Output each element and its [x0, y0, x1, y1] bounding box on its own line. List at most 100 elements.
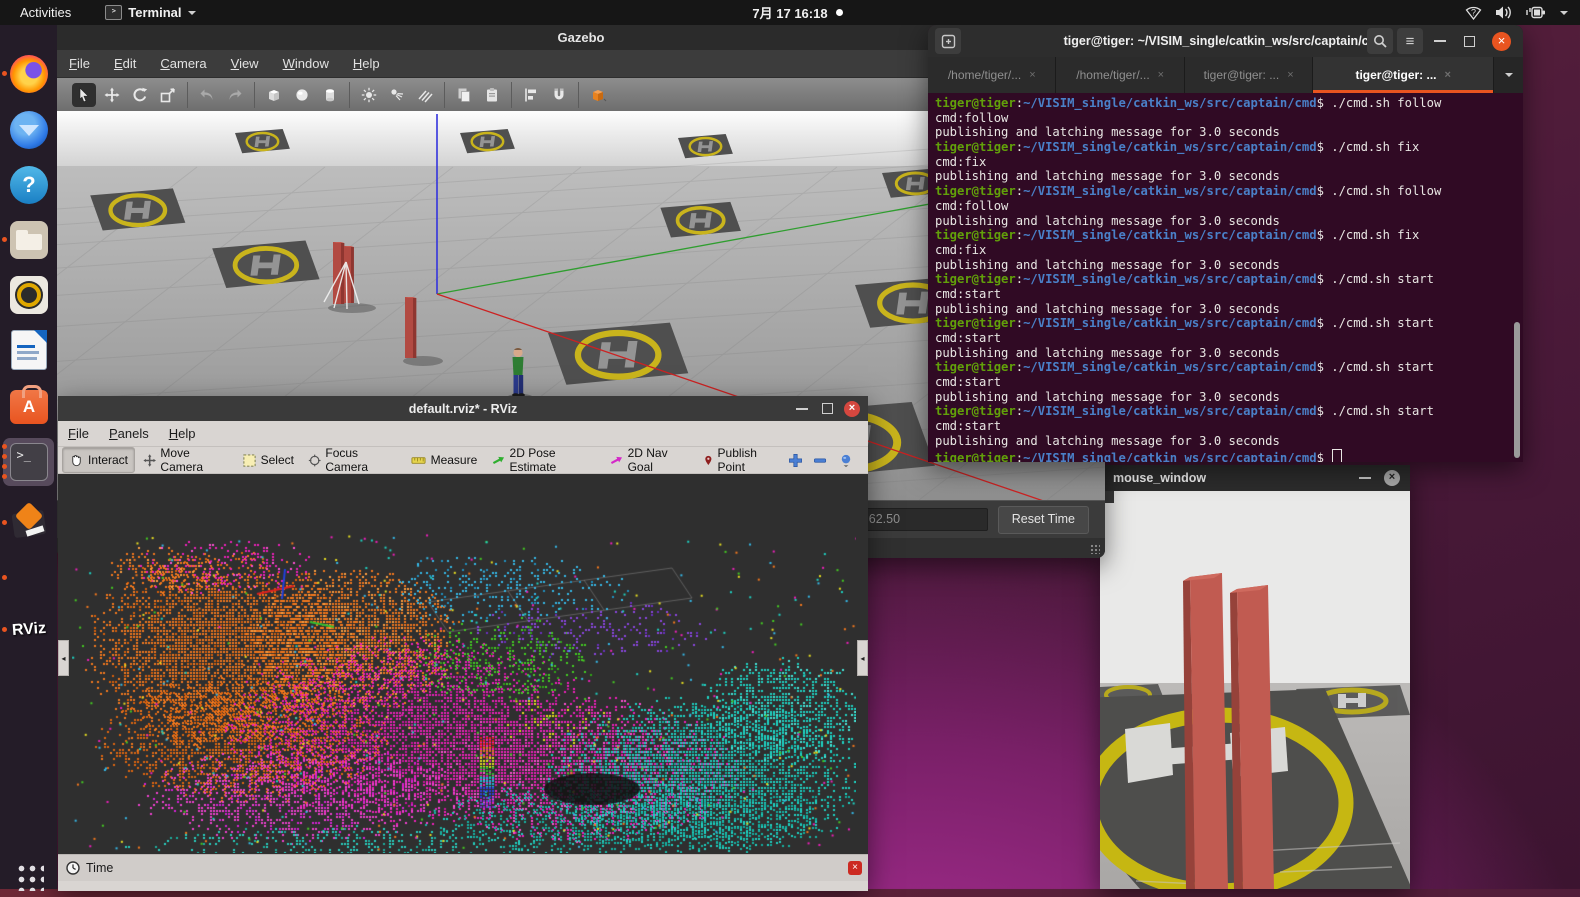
dock-item-gazebo[interactable]: [8, 502, 50, 544]
rviz-3d-view[interactable]: ◂ ◂: [58, 474, 868, 854]
dock-item-terminal[interactable]: >_: [3, 438, 54, 486]
rviz-menu-file[interactable]: File: [58, 426, 99, 441]
dock-item-libreoffice-writer[interactable]: [8, 329, 50, 371]
rviz-tool-publish-point[interactable]: Publish Point: [697, 448, 786, 472]
spot-light-icon: [389, 87, 405, 103]
tab-close-icon[interactable]: ×: [1445, 69, 1451, 81]
terminal-titlebar[interactable]: tiger@tiger: ~/VISIM_single/catkin_ws/sr…: [928, 25, 1523, 57]
terminal-tab-1[interactable]: /home/tiger/...×: [928, 57, 1056, 93]
terminal-line: publishing and latching message for 3.0 …: [935, 346, 1523, 361]
libreoffice-writer-icon: [11, 330, 47, 370]
rviz-add-tool-button[interactable]: [788, 453, 803, 468]
dock-item-help[interactable]: ?: [8, 164, 50, 206]
gazebo-tool-undo[interactable]: [195, 83, 219, 107]
dock-item-ubuntu-software[interactable]: A: [8, 384, 50, 426]
close-icon[interactable]: ×: [1384, 470, 1400, 486]
running-indicator-dot: [2, 71, 7, 76]
fps-value-field[interactable]: 62.50: [861, 508, 988, 531]
gazebo-tool-cylinder[interactable]: [318, 83, 342, 107]
gazebo-menu-window[interactable]: Window: [271, 56, 341, 71]
tab-close-icon[interactable]: ×: [1287, 69, 1293, 81]
gazebo-tool-point-light[interactable]: [357, 83, 381, 107]
gazebo-tool-select-arrow[interactable]: [72, 83, 96, 107]
search-icon: [1373, 34, 1387, 48]
terminal-tab-4[interactable]: tiger@tiger: ...×: [1313, 57, 1494, 93]
mouse-window-titlebar[interactable]: mouse_window ×: [1100, 465, 1410, 491]
dock-item-firefox[interactable]: [8, 53, 50, 95]
rviz-tool-measure[interactable]: Measure: [404, 448, 484, 472]
terminal-tab-3[interactable]: tiger@tiger: ... ×: [1185, 57, 1313, 93]
mouse-window-title: mouse_window: [1113, 471, 1206, 485]
resize-grip[interactable]: [1090, 544, 1100, 554]
gazebo-tool-scale[interactable]: [156, 83, 180, 107]
terminal-content[interactable]: tiger@tiger:~/VISIM_single/catkin_ws/src…: [928, 93, 1523, 462]
minimize-icon[interactable]: [1359, 477, 1371, 479]
tab-list-dropdown[interactable]: [1494, 57, 1523, 93]
maximize-icon[interactable]: [822, 403, 833, 414]
rviz-titlebar[interactable]: default.rviz* - RViz ×: [58, 396, 868, 421]
rviz-tool-interact[interactable]: Interact: [62, 447, 135, 473]
gazebo-tool-spot-light[interactable]: [385, 83, 409, 107]
search-button[interactable]: [1367, 28, 1393, 54]
rviz-remove-tool-button[interactable]: [813, 453, 828, 468]
displays-panel-collapse-arrow[interactable]: ◂: [58, 640, 69, 676]
close-icon[interactable]: ×: [1492, 32, 1511, 51]
terminal-scrollbar[interactable]: [1514, 322, 1520, 458]
gazebo-menu-camera[interactable]: Camera: [148, 56, 218, 71]
rviz-menu-panels[interactable]: Panels: [99, 426, 159, 441]
gazebo-tool-translate[interactable]: [100, 83, 124, 107]
dock-item-show-applications[interactable]: [8, 855, 50, 897]
tab-close-icon[interactable]: ×: [1158, 69, 1164, 81]
rviz-tool-focus-camera[interactable]: Focus Camera: [302, 448, 402, 472]
time-panel-header[interactable]: Time ×: [58, 854, 868, 881]
running-indicator-dot: [2, 575, 7, 580]
gazebo-tool-box[interactable]: [262, 83, 286, 107]
time-panel-close-icon[interactable]: ×: [848, 861, 862, 875]
tool-label: Publish Point: [718, 446, 780, 474]
gazebo-tool-paste[interactable]: [480, 83, 504, 107]
gazebo-tool-view-angle[interactable]: [586, 83, 610, 107]
minimize-icon[interactable]: [796, 408, 808, 410]
dock-item-rhythmbox[interactable]: [8, 274, 50, 316]
tab-close-icon[interactable]: ×: [1029, 69, 1035, 81]
gazebo-menu-file[interactable]: File: [57, 56, 102, 71]
gazebo-tool-redo[interactable]: [223, 83, 247, 107]
select-arrow-icon: [76, 87, 92, 103]
rviz-tool-2d-nav-goal[interactable]: 2D Nav Goal: [603, 448, 695, 472]
undo-icon: [199, 87, 215, 103]
terminal-tab-2[interactable]: /home/tiger/...×: [1056, 57, 1184, 93]
gazebo-menu-help[interactable]: Help: [341, 56, 392, 71]
views-panel-collapse-arrow[interactable]: ◂: [857, 640, 868, 676]
gazebo-menu-view[interactable]: View: [219, 56, 271, 71]
rviz-tool-select[interactable]: Select: [236, 448, 300, 472]
new-tab-button[interactable]: [935, 28, 961, 54]
gazebo-tool-directional-light[interactable]: [413, 83, 437, 107]
dock-item-hidden-app[interactable]: [8, 557, 50, 599]
menu-button[interactable]: ≡: [1397, 28, 1423, 54]
dock-item-thunderbird[interactable]: [8, 109, 50, 151]
clock[interactable]: 7月 17 16:18: [0, 3, 1580, 22]
rviz-title: default.rviz* - RViz: [58, 402, 868, 416]
gazebo-tool-rotate[interactable]: [128, 83, 152, 107]
rviz-tool-properties-button[interactable]: [838, 453, 854, 468]
tab-label: tiger@tiger: ...: [1204, 68, 1280, 82]
terminal-line: publishing and latching message for 3.0 …: [935, 214, 1523, 229]
gazebo-tool-copy[interactable]: [452, 83, 476, 107]
dock-item-rviz[interactable]: RViz: [8, 609, 50, 651]
rviz-menu-help[interactable]: Help: [159, 426, 206, 441]
gazebo-tool-sphere[interactable]: [290, 83, 314, 107]
reset-time-button[interactable]: Reset Time: [998, 506, 1089, 534]
point-cloud-canvas[interactable]: [72, 474, 856, 853]
gazebo-menu-edit[interactable]: Edit: [102, 56, 148, 71]
dock-item-files[interactable]: [8, 219, 50, 261]
minimize-icon[interactable]: [1434, 40, 1446, 42]
mouse-window-viewport[interactable]: [1100, 491, 1410, 889]
rviz-tool-2d-pose-estimate[interactable]: 2D Pose Estimate: [485, 448, 601, 472]
gazebo-tool-align[interactable]: [519, 83, 543, 107]
rviz-tool-move-camera[interactable]: Move Camera: [137, 448, 234, 472]
terminal-line: cmd:fix: [935, 243, 1523, 258]
gazebo-tool-snap[interactable]: [547, 83, 571, 107]
close-icon[interactable]: ×: [844, 401, 860, 417]
sphere-icon: [294, 87, 310, 103]
maximize-icon[interactable]: [1464, 36, 1475, 47]
